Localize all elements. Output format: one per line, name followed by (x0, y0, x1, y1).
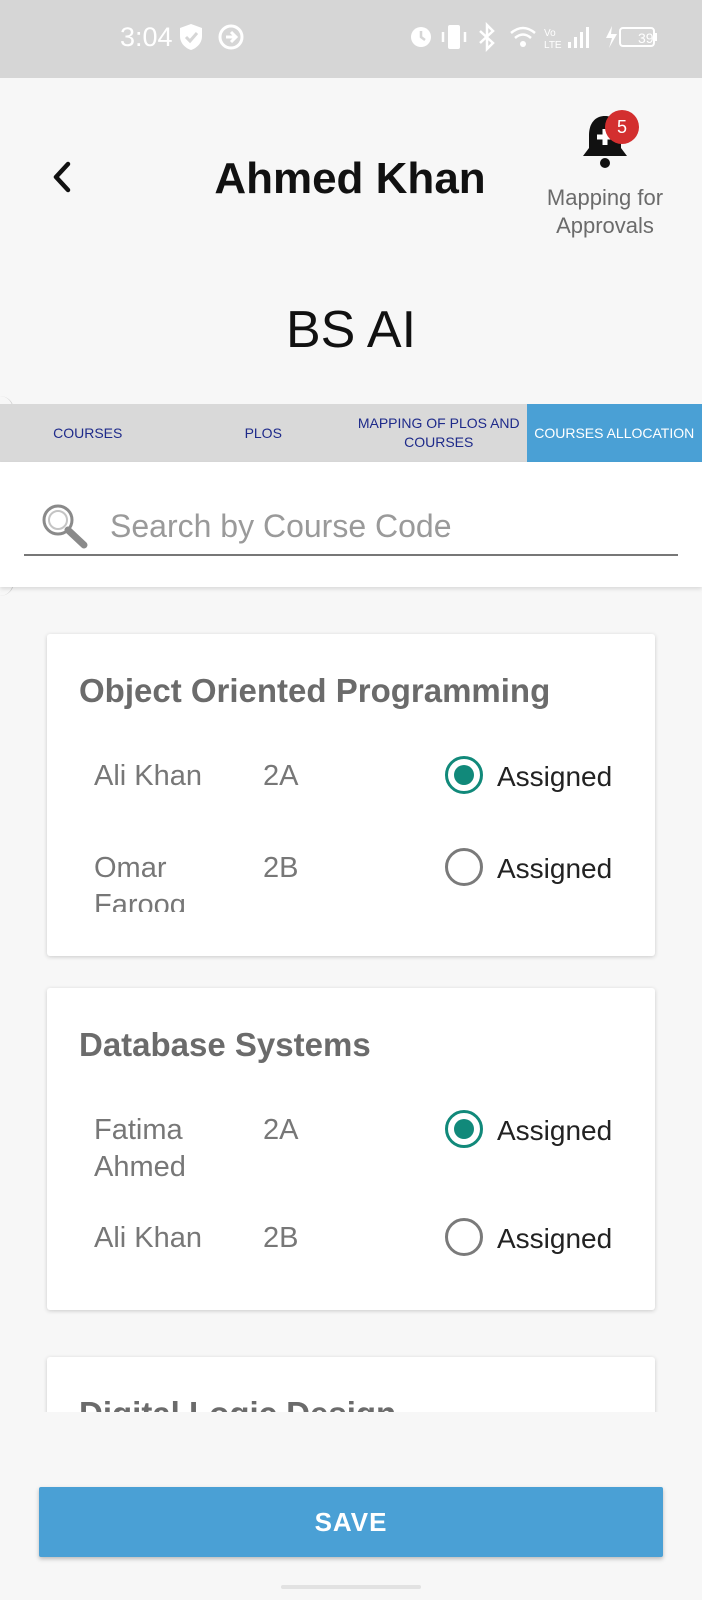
status-time: 3:04 (120, 22, 173, 52)
section-label: 2A (263, 760, 299, 792)
search-field (24, 498, 678, 556)
assigned-radio[interactable] (445, 1218, 483, 1256)
assigned-radio[interactable] (445, 756, 483, 794)
course-card: Object Oriented Programming Ali Khan 2A … (47, 634, 655, 956)
signal-icon: Vo LTE (544, 22, 594, 57)
course-title: Digital Logic Design (79, 1395, 396, 1412)
svg-text:Vo: Vo (544, 28, 556, 39)
approvals-label-line2: Approvals (556, 213, 654, 238)
teacher-name: Ali Khan (94, 1222, 203, 1254)
tab-plos[interactable]: PLOS (176, 404, 352, 462)
sync-icon (216, 22, 246, 57)
shield-icon (178, 22, 204, 57)
alarm-icon (408, 22, 434, 55)
assigned-radio[interactable] (445, 848, 483, 886)
mapping-approvals-button[interactable]: 5 Mapping for Approvals (530, 108, 680, 240)
notification-badge: 5 (605, 110, 639, 144)
section-label: 2A (263, 1114, 299, 1146)
assigned-label[interactable]: Assigned (497, 1112, 612, 1149)
approvals-label-line1: Mapping for (546, 185, 664, 210)
tab-courses[interactable]: COURSES (0, 404, 176, 462)
course-title: Database Systems (79, 1026, 371, 1063)
section-label: 2B (263, 852, 299, 884)
assigned-label[interactable]: Assigned (497, 850, 612, 887)
program-name: BS AI (285, 301, 417, 359)
tab-courses-allocation[interactable]: COURSES ALLOCATION (526, 404, 702, 462)
teacher-name: Ali Khan (94, 760, 203, 792)
vibrate-icon (440, 22, 468, 57)
assigned-label[interactable]: Assigned (497, 1220, 612, 1257)
svg-text:LTE: LTE (544, 40, 562, 51)
page-title: Ahmed Khan (214, 154, 486, 203)
teacher-name: Omar Farooq (94, 852, 186, 912)
search-icon (42, 504, 88, 549)
section-label: 2B (263, 1222, 299, 1254)
course-list[interactable]: Object Oriented Programming Ali Khan 2A … (0, 587, 702, 1412)
wifi-icon (508, 22, 538, 57)
tab-mapping-plos-courses[interactable]: MAPPING OF PLOS AND COURSES (351, 404, 527, 462)
teacher-name: Fatima Ahmed (94, 1114, 186, 1183)
back-button[interactable] (44, 155, 80, 199)
course-card: Database Systems Fatima Ahmed 2A Assigne… (47, 988, 655, 1310)
bluetooth-icon (476, 21, 498, 57)
approvals-label: Mapping for Approvals (530, 184, 680, 240)
assigned-radio[interactable] (445, 1110, 483, 1148)
tab-bar: COURSES PLOS MAPPING OF PLOS AND COURSES… (0, 404, 702, 462)
search-panel (0, 462, 702, 587)
chevron-left-icon (53, 161, 71, 193)
search-input[interactable] (110, 507, 678, 545)
assigned-label[interactable]: Assigned (497, 758, 612, 795)
home-indicator (281, 1585, 421, 1589)
battery-level: 39 (638, 30, 654, 46)
save-button[interactable]: SAVE (39, 1487, 663, 1557)
course-title: Object Oriented Programming (79, 672, 551, 709)
status-bar: 3:04 Vo LTE 39 (0, 0, 702, 78)
course-card: Digital Logic Design (47, 1357, 655, 1412)
